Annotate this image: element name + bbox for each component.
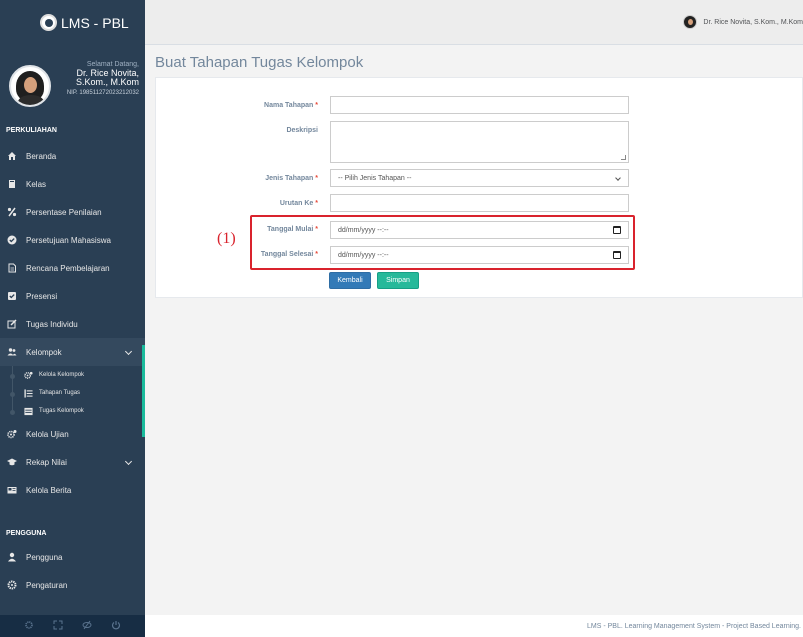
sidebar-subitem-tahapan-tugas[interactable]: Tahapan Tugas [0,384,145,402]
sidebar-item-pengaturan[interactable]: Pengaturan [0,571,145,599]
profile: Selamat Datang, Dr. Rice Novita, S.Kom.,… [0,45,145,113]
graduation-cap-icon [7,457,17,467]
settings-icon[interactable] [24,617,34,635]
avatar [683,15,698,29]
chevron-down-icon [124,347,133,356]
sidebar-item-kelola-berita[interactable]: Kelola Berita [0,476,145,504]
sidebar-item-tugas-individu[interactable]: Tugas Individu [0,310,145,338]
urutan-ke-input[interactable] [330,194,629,212]
file-icon [7,263,17,273]
chevron-down-icon [124,457,133,466]
user-icon [7,552,17,562]
list-icon [23,388,33,398]
kelompok-submenu: Kelola Kelompok Tahapan Tugas Tugas Kelo… [0,366,145,420]
sidebar-item-label: Kelas [26,179,47,189]
subitem-label: Kelola Kelompok [39,372,85,378]
edit-icon [7,319,17,329]
sidebar-item-label: Kelola Ujian [26,429,69,439]
book-icon [7,179,17,189]
brand-logo-icon [40,14,57,31]
nama-tahapan-label: Nama Tahapan * [264,102,318,109]
jenis-tahapan-label: Jenis Tahapan * [265,175,318,182]
sidebar-item-label: Rencana Pembelajaran [26,263,110,273]
user-menu[interactable]: Dr. Rice Novita, S.Kom., M.Kom [683,15,803,29]
brand[interactable]: LMS - PBL [0,0,145,45]
fullscreen-icon[interactable] [53,617,63,635]
page-title: Buat Tahapan Tugas Kelompok [155,54,364,71]
subitem-label: Tahapan Tugas [39,390,81,396]
sidebar-item-kelompok[interactable]: Kelompok [0,338,145,366]
sidebar-subitem-tugas-kelompok[interactable]: Tugas Kelompok [0,402,145,420]
sidebar-item-label: Pengaturan [26,580,68,590]
subitem-label: Tugas Kelompok [39,408,84,414]
urutan-ke-label: Urutan Ke * [279,200,318,207]
profile-name-line2: S.Kom., M.Kom [75,77,139,87]
gear-icon [7,580,17,590]
deskripsi-label: Deskripsi [286,127,318,134]
sidebar-item-kelas[interactable]: Kelas [0,170,145,198]
chevron-down-icon [615,175,621,181]
cogs-icon [7,429,17,439]
user-name: Dr. Rice Novita, S.Kom., M.Kom [703,18,803,26]
sidebar-item-label: Tugas Individu [26,319,78,329]
sidebar-footer [0,615,145,637]
nama-tahapan-input[interactable] [330,96,629,114]
highlight-box [250,215,635,270]
cogs-icon [23,371,33,380]
sidebar-item-rekap-nilai[interactable]: Rekap Nilai [0,448,145,476]
sidebar-item-persentase-penilaian[interactable]: Persentase Penilaian [0,198,145,226]
sidebar-item-label: Beranda [26,151,57,161]
sidebar: LMS - PBL Selamat Datang, Dr. Rice Novit… [0,0,145,637]
check-circle-icon [7,235,17,245]
deskripsi-textarea[interactable] [330,121,629,163]
home-icon [7,151,17,161]
tasks-icon [23,407,33,416]
back-button[interactable]: Kembali [329,272,371,289]
sidebar-item-label: Rekap Nilai [26,457,67,467]
brand-title: LMS - PBL [61,14,129,31]
users-icon [7,347,17,357]
avatar [9,65,51,107]
resize-handle-icon[interactable] [621,155,626,160]
jenis-tahapan-select[interactable]: -- Pilih Jenis Tahapan -- [330,169,629,187]
sidebar-item-presensi[interactable]: Presensi [0,282,145,310]
sidebar-item-label: Kelola Berita [26,485,72,495]
sidebar-item-label: Presensi [26,291,58,301]
sidebar-subitem-kelola-kelompok[interactable]: Kelola Kelompok [0,366,145,384]
eye-slash-icon[interactable] [82,617,92,635]
sidebar-item-label: Pengguna [26,552,63,562]
section-pengguna: PENGGUNA [6,529,47,537]
active-menu-indicator [142,345,145,437]
top-navbar: Dr. Rice Novita, S.Kom., M.Kom [145,0,803,45]
profile-nip: NIP. 198511272023212032 [66,90,139,96]
jenis-tahapan-selected: -- Pilih Jenis Tahapan -- [338,174,412,182]
check-square-icon [7,291,17,301]
sidebar-item-label: Persentase Penilaian [26,207,102,217]
save-button[interactable]: Simpan [377,272,419,289]
section-perkuliahan: PERKULIAHAN [6,126,57,134]
sidebar-item-kelola-ujian[interactable]: Kelola Ujian [0,420,145,448]
page-footer: LMS - PBL. Learning Management System - … [145,615,803,637]
percent-icon [7,207,17,217]
sidebar-item-rencana-pembelajaran[interactable]: Rencana Pembelajaran [0,254,145,282]
annotation-label: (1) [217,230,236,247]
sidebar-item-persetujuan-mahasiswa[interactable]: Persetujuan Mahasiswa [0,226,145,254]
newspaper-icon [7,485,17,495]
sidebar-item-beranda[interactable]: Beranda [0,142,145,170]
sidebar-item-label: Kelompok [26,347,62,357]
power-icon[interactable] [111,617,121,635]
sidebar-item-label: Persetujuan Mahasiswa [26,235,111,245]
sidebar-item-pengguna[interactable]: Pengguna [0,543,145,571]
